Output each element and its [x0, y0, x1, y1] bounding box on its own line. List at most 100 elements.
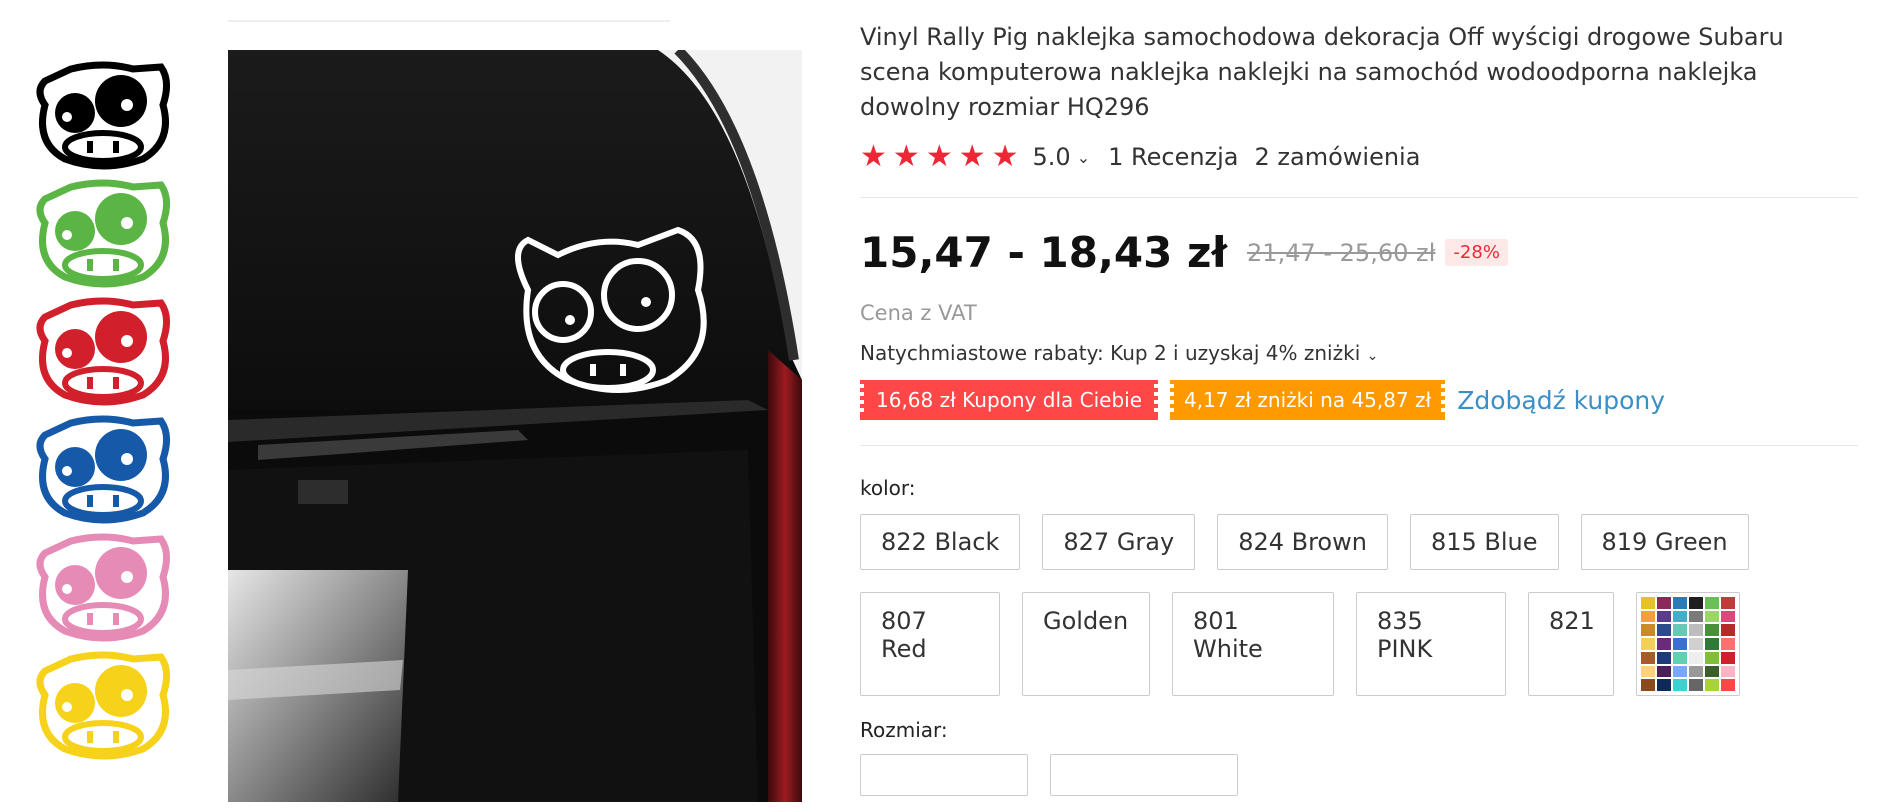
color-option[interactable]: 821: [1528, 592, 1614, 696]
thumbnail-list: [28, 60, 178, 768]
swatch-cell: [1689, 597, 1703, 609]
color-option[interactable]: 822 Black: [860, 514, 1021, 570]
discount-badge: -28%: [1445, 239, 1508, 266]
color-chart-image: [1641, 597, 1735, 691]
size-label: Rozmiar:: [860, 718, 948, 742]
swatch-cell: [1721, 638, 1735, 650]
thumbnail-green[interactable]: [28, 178, 178, 290]
pig-icon: [36, 651, 170, 760]
swatch-cell: [1705, 597, 1719, 609]
swatch-cell: [1657, 624, 1671, 637]
color-option[interactable]: 824 Brown: [1217, 514, 1388, 570]
rating-row: ★ ★ ★ ★ ★ 5.0 ⌄ 1 Recenzja 2 zamówienia: [860, 135, 1860, 179]
coupon-badge-red[interactable]: 16,68 zł Kupony dla Ciebie: [860, 380, 1158, 420]
color-option[interactable]: 801 White: [1172, 592, 1334, 696]
instant-discount-text: Natychmiastowe rabaty: Kup 2 i uzyskaj 4…: [860, 341, 1361, 365]
color-option[interactable]: 807 Red: [860, 592, 1000, 696]
swatch-cell: [1657, 651, 1671, 664]
swatch-cell: [1689, 679, 1703, 691]
swatch-cell: [1673, 665, 1687, 678]
coupon-badge-orange[interactable]: 4,17 zł zniżki na 45,87 zł: [1170, 380, 1446, 420]
instant-discount[interactable]: Natychmiastowe rabaty: Kup 2 i uzyskaj 4…: [860, 341, 1860, 365]
chevron-down-icon[interactable]: ⌄: [1077, 148, 1090, 167]
thumbnail-yellow[interactable]: [28, 650, 178, 762]
current-price: 15,47 - 18,43 zł: [860, 228, 1228, 277]
star-rating[interactable]: ★ ★ ★ ★ ★: [860, 142, 1019, 172]
swatch-cell: [1721, 651, 1735, 664]
original-price: 21,47 - 25,60 zł: [1247, 238, 1436, 267]
swatch-cell: [1705, 665, 1719, 678]
color-option[interactable]: 815 Blue: [1409, 514, 1559, 570]
star-icon: ★: [860, 139, 887, 174]
color-options-row1: 822 Black 827 Gray 824 Brown 815 Blue 81…: [860, 514, 1860, 592]
color-option[interactable]: 827 Gray: [1042, 514, 1196, 570]
rating-value[interactable]: 5.0: [1033, 143, 1071, 171]
color-chart-swatch[interactable]: [1636, 592, 1740, 696]
thumbnail-red[interactable]: [28, 296, 178, 408]
swatch-cell: [1673, 597, 1687, 609]
divider: [860, 445, 1858, 446]
color-options-row2: 807 Red Golden 801 White 835 PINK 821: [860, 592, 1860, 718]
swatch-cell: [1705, 651, 1719, 664]
swatch-cell: [1689, 665, 1703, 678]
pig-icon: [36, 179, 170, 288]
car-photo: [228, 50, 802, 802]
swatch-cell: [1641, 638, 1655, 650]
product-title: Vinyl Rally Pig naklejka samochodowa dek…: [860, 23, 1784, 121]
main-product-image[interactable]: [228, 20, 802, 802]
swatch-cell: [1721, 665, 1735, 678]
swatch-cell: [1705, 610, 1719, 623]
size-option[interactable]: [860, 754, 1028, 796]
swatch-cell: [1705, 679, 1719, 691]
swatch-cell: [1657, 610, 1671, 623]
product-info-panel: Vinyl Rally Pig naklejka samochodowa dek…: [860, 20, 1860, 796]
swatch-cell: [1641, 679, 1655, 691]
swatch-cell: [1641, 624, 1655, 637]
reviews-link[interactable]: 1 Recenzja: [1108, 143, 1238, 171]
color-label: kolor:: [860, 476, 916, 500]
thumbnail-pink[interactable]: [28, 532, 178, 644]
swatch-cell: [1705, 624, 1719, 637]
orders-count: 2 zamówienia: [1254, 143, 1421, 171]
star-icon: ★: [958, 139, 986, 174]
size-options: [860, 754, 1860, 796]
pig-icon: [36, 533, 170, 642]
image-top-divider: [228, 20, 670, 22]
divider: [860, 197, 1858, 198]
pig-icon: [36, 415, 170, 524]
swatch-cell: [1689, 624, 1703, 637]
price-row: 15,47 - 18,43 zł 21,47 - 25,60 zł -28%: [860, 228, 1860, 277]
swatch-cell: [1657, 638, 1671, 650]
star-icon: ★: [892, 139, 920, 174]
swatch-cell: [1721, 610, 1735, 623]
swatch-cell: [1705, 638, 1719, 650]
swatch-cell: [1673, 679, 1687, 691]
swatch-cell: [1689, 651, 1703, 664]
swatch-cell: [1641, 665, 1655, 678]
star-icon: ★: [925, 139, 953, 174]
swatch-cell: [1689, 610, 1703, 623]
color-option[interactable]: 819 Green: [1580, 514, 1749, 570]
get-coupons-link[interactable]: Zdobądź kupony: [1457, 386, 1665, 415]
color-option[interactable]: 835 PINK: [1356, 592, 1506, 696]
swatch-cell: [1673, 638, 1687, 650]
swatch-cell: [1641, 610, 1655, 623]
swatch-cell: [1673, 610, 1687, 623]
swatch-cell: [1657, 597, 1671, 609]
pig-icon: [36, 297, 170, 406]
swatch-cell: [1641, 597, 1655, 609]
swatch-cell: [1673, 624, 1687, 637]
thumbnail-black[interactable]: [28, 60, 178, 172]
swatch-cell: [1721, 679, 1735, 691]
thumbnail-blue[interactable]: [28, 414, 178, 526]
coupons-row: 16,68 zł Kupony dla Ciebie 4,17 zł zniżk…: [860, 379, 1860, 421]
swatch-cell: [1641, 651, 1655, 664]
swatch-cell: [1657, 665, 1671, 678]
swatch-cell: [1657, 679, 1671, 691]
size-option[interactable]: [1050, 754, 1238, 796]
pig-icon: [36, 61, 170, 170]
swatch-cell: [1673, 651, 1687, 664]
color-option[interactable]: Golden: [1022, 592, 1150, 696]
chevron-down-icon: ⌄: [1366, 348, 1379, 364]
vat-note: Cena z VAT: [860, 301, 977, 325]
